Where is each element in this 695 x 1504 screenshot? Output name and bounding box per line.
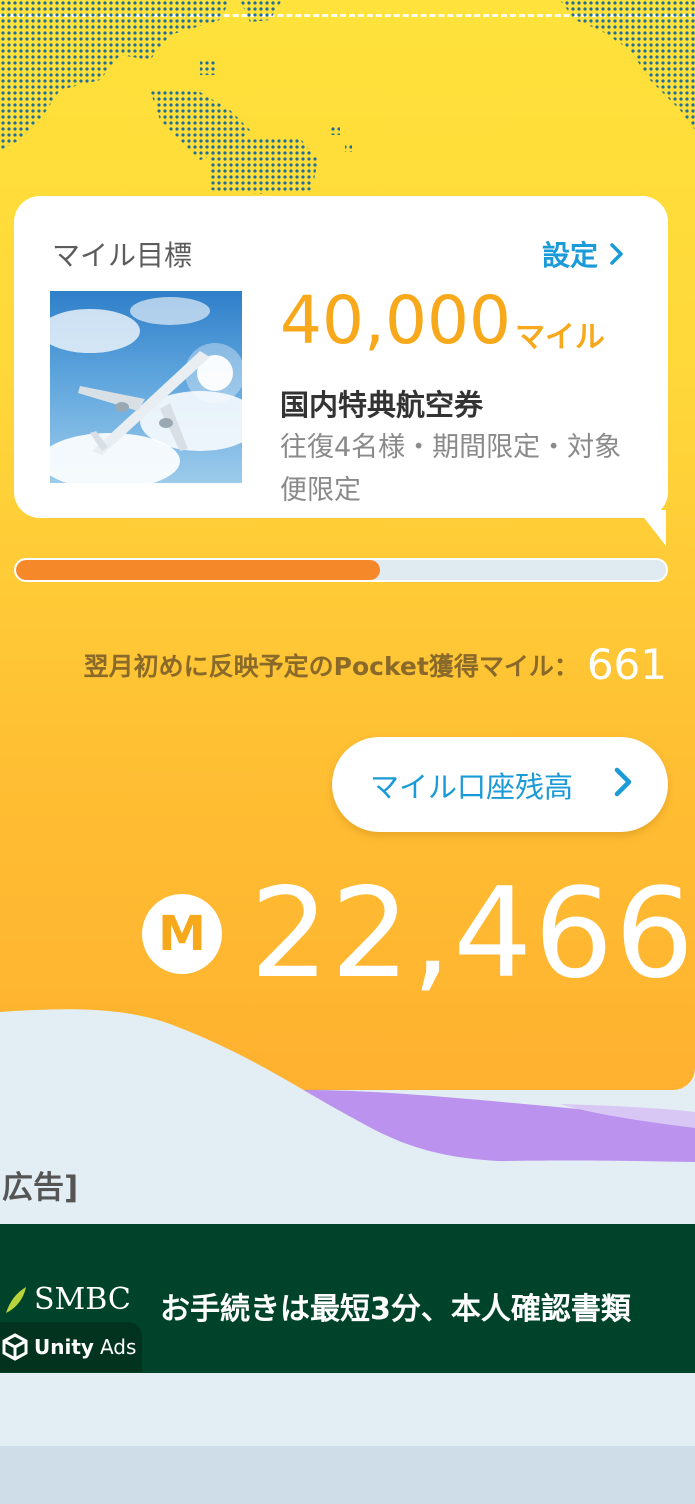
ad-brand-name: SMBC <box>34 1282 131 1317</box>
ad-banner[interactable]: SMBC お手続きは最短3分、本人確認書類 Unity Ads <box>0 1224 695 1373</box>
goal-title: マイル目標 <box>52 239 193 272</box>
goal-settings-link[interactable]: 設定 <box>542 234 624 274</box>
pending-miles-value: 661 <box>586 640 667 689</box>
goal-progress-fill <box>16 560 380 580</box>
settings-label: 設定 <box>541 239 598 272</box>
ad-brand: SMBC <box>2 1282 131 1317</box>
goal-name: 国内特典航空券 <box>280 388 484 422</box>
unity-ads-badge: Unity Ads <box>0 1322 142 1372</box>
goal-description: 往復4名様・期間限定・対象便限定 <box>280 432 622 506</box>
goal-miles-unit: マイル <box>514 320 605 355</box>
chevron-right-icon <box>610 243 623 265</box>
ad-copy: お手続きは最短3分、本人確認書類 <box>160 1292 631 1327</box>
leaf-icon <box>6 1286 26 1313</box>
mile-account-balance-button[interactable]: マイル口座残高 <box>332 737 668 832</box>
ads-label: Ads <box>99 1335 137 1359</box>
mile-badge-icon: M <box>142 894 222 974</box>
mileage-hero: マイル目標 設定 40,000 マイル 国内特典航空券 往復4名様・期間限定・対… <box>0 0 695 1090</box>
ad-label: 広告] <box>2 1170 79 1206</box>
mile-balance: M 22,466 <box>142 872 695 996</box>
airplane-photo <box>50 291 242 483</box>
goal-miles: 40,000 マイル <box>280 282 605 359</box>
account-button-label: マイル口座残高 <box>370 769 574 804</box>
goal-miles-value: 40,000 <box>280 282 511 359</box>
unity-label: Unity <box>34 1335 94 1359</box>
world-map-dots <box>0 0 695 194</box>
pending-miles: 翌月初めに反映予定のPocket獲得マイル： 661 <box>84 640 667 689</box>
chevron-right-icon <box>614 767 632 797</box>
unity-logo-icon <box>2 1333 28 1361</box>
goal-progress-bar <box>14 558 668 582</box>
mile-balance-value: 22,466 <box>250 862 695 1006</box>
pending-miles-label: 翌月初めに反映予定のPocket獲得マイル： <box>83 651 579 681</box>
mile-goal-card: マイル目標 設定 40,000 マイル 国内特典航空券 往復4名様・期間限定・対… <box>14 196 668 518</box>
card-tail <box>638 510 666 546</box>
decorative-waves <box>0 1009 695 1180</box>
bottom-bar <box>0 1446 695 1504</box>
